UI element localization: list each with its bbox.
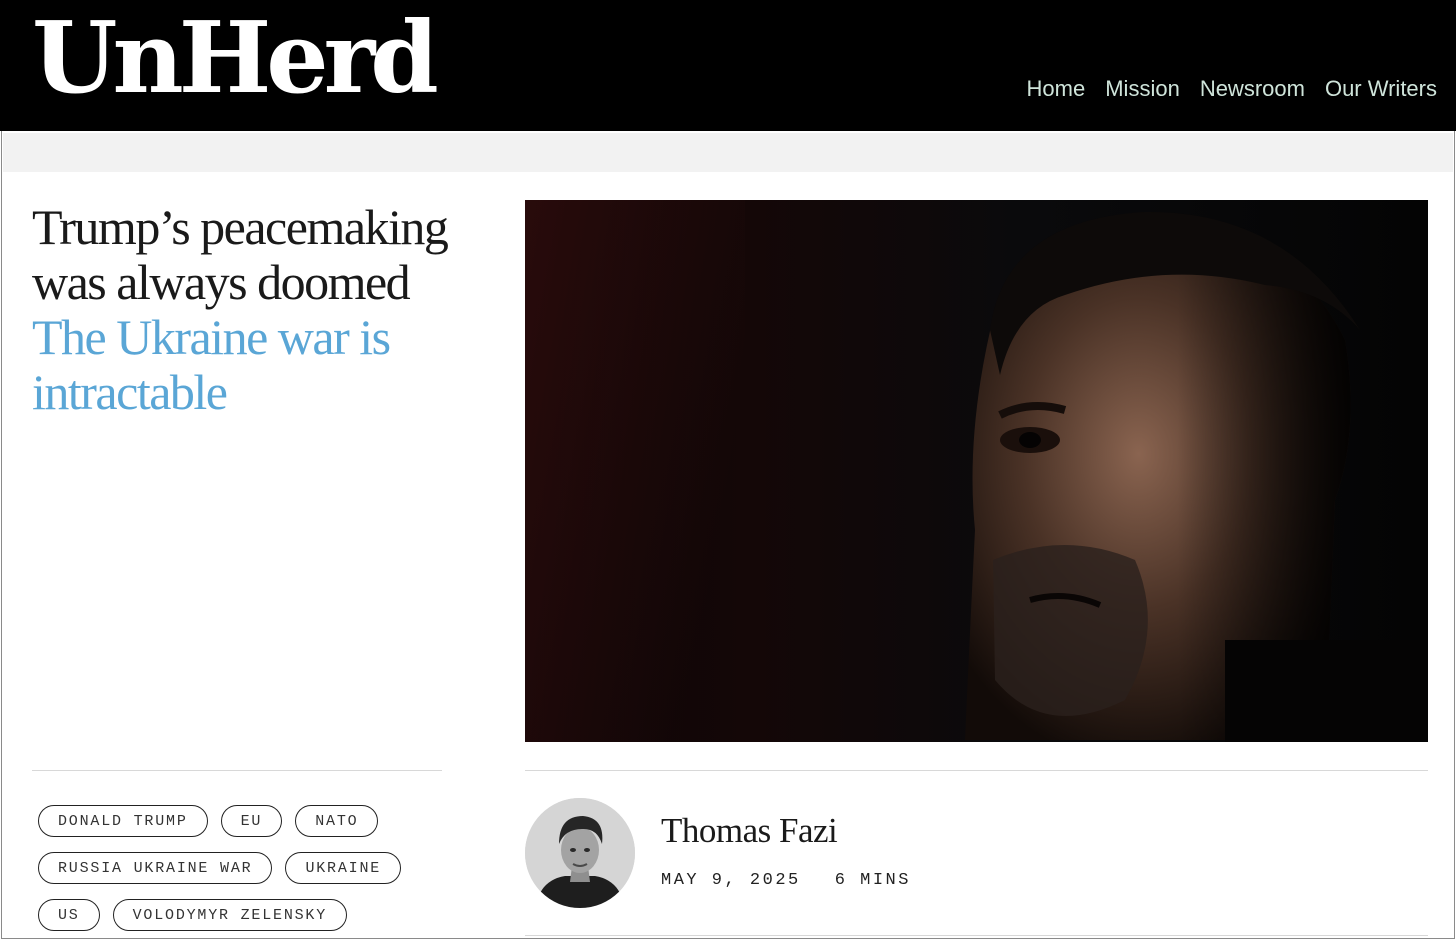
read-time: 6 MINS (834, 871, 911, 890)
tag-ukraine[interactable]: UKRAINE (285, 852, 402, 884)
nav-newsroom-link[interactable]: Newsroom (1200, 75, 1305, 103)
tag-list: DONALD TRUMP EU NATO RUSSIA UKRAINE WAR … (38, 805, 458, 946)
publish-date: MAY 9, 2025 (661, 871, 801, 890)
article-meta: MAY 9, 2025 6 MINS (661, 870, 911, 892)
tag-nato[interactable]: NATO (295, 805, 379, 837)
article-title: Trump’s peacemaking was always doomed (32, 199, 449, 310)
bottom-divider (525, 935, 1428, 936)
tag-us[interactable]: US (38, 899, 100, 931)
grey-banner-band (3, 133, 1453, 172)
article-subtitle: The Ukraine war is intractable (32, 309, 391, 420)
main-nav: Home Mission Newsroom Our Writers (1027, 75, 1437, 103)
nav-home-link[interactable]: Home (1027, 75, 1086, 103)
tag-row: US VOLODYMYR ZELENSKY (38, 899, 458, 931)
right-divider (525, 770, 1428, 771)
tag-donald-trump[interactable]: DONALD TRUMP (38, 805, 208, 837)
site-header: UnHerd Home Mission Newsroom Our Writers (0, 0, 1456, 131)
author-avatar[interactable] (525, 798, 635, 908)
author-name-link[interactable]: Thomas Fazi (661, 810, 838, 852)
nav-our-writers-link[interactable]: Our Writers (1325, 75, 1437, 103)
tag-volodymyr-zelensky[interactable]: VOLODYMYR ZELENSKY (112, 899, 348, 931)
nav-mission-link[interactable]: Mission (1105, 75, 1180, 103)
author-avatar-icon (525, 798, 635, 908)
tag-eu[interactable]: EU (220, 805, 283, 837)
left-divider (32, 770, 442, 771)
site-logo[interactable]: UnHerd (32, 4, 439, 114)
portrait-photo-icon (965, 211, 1428, 742)
tag-row: RUSSIA UKRAINE WAR UKRAINE (38, 852, 458, 884)
tag-russia-ukraine-war[interactable]: RUSSIA UKRAINE WAR (38, 852, 273, 884)
article-headline: Trump’s peacemaking was always doomed Th… (32, 200, 462, 420)
hero-image (525, 200, 1428, 742)
tag-row: DONALD TRUMP EU NATO (38, 805, 458, 837)
